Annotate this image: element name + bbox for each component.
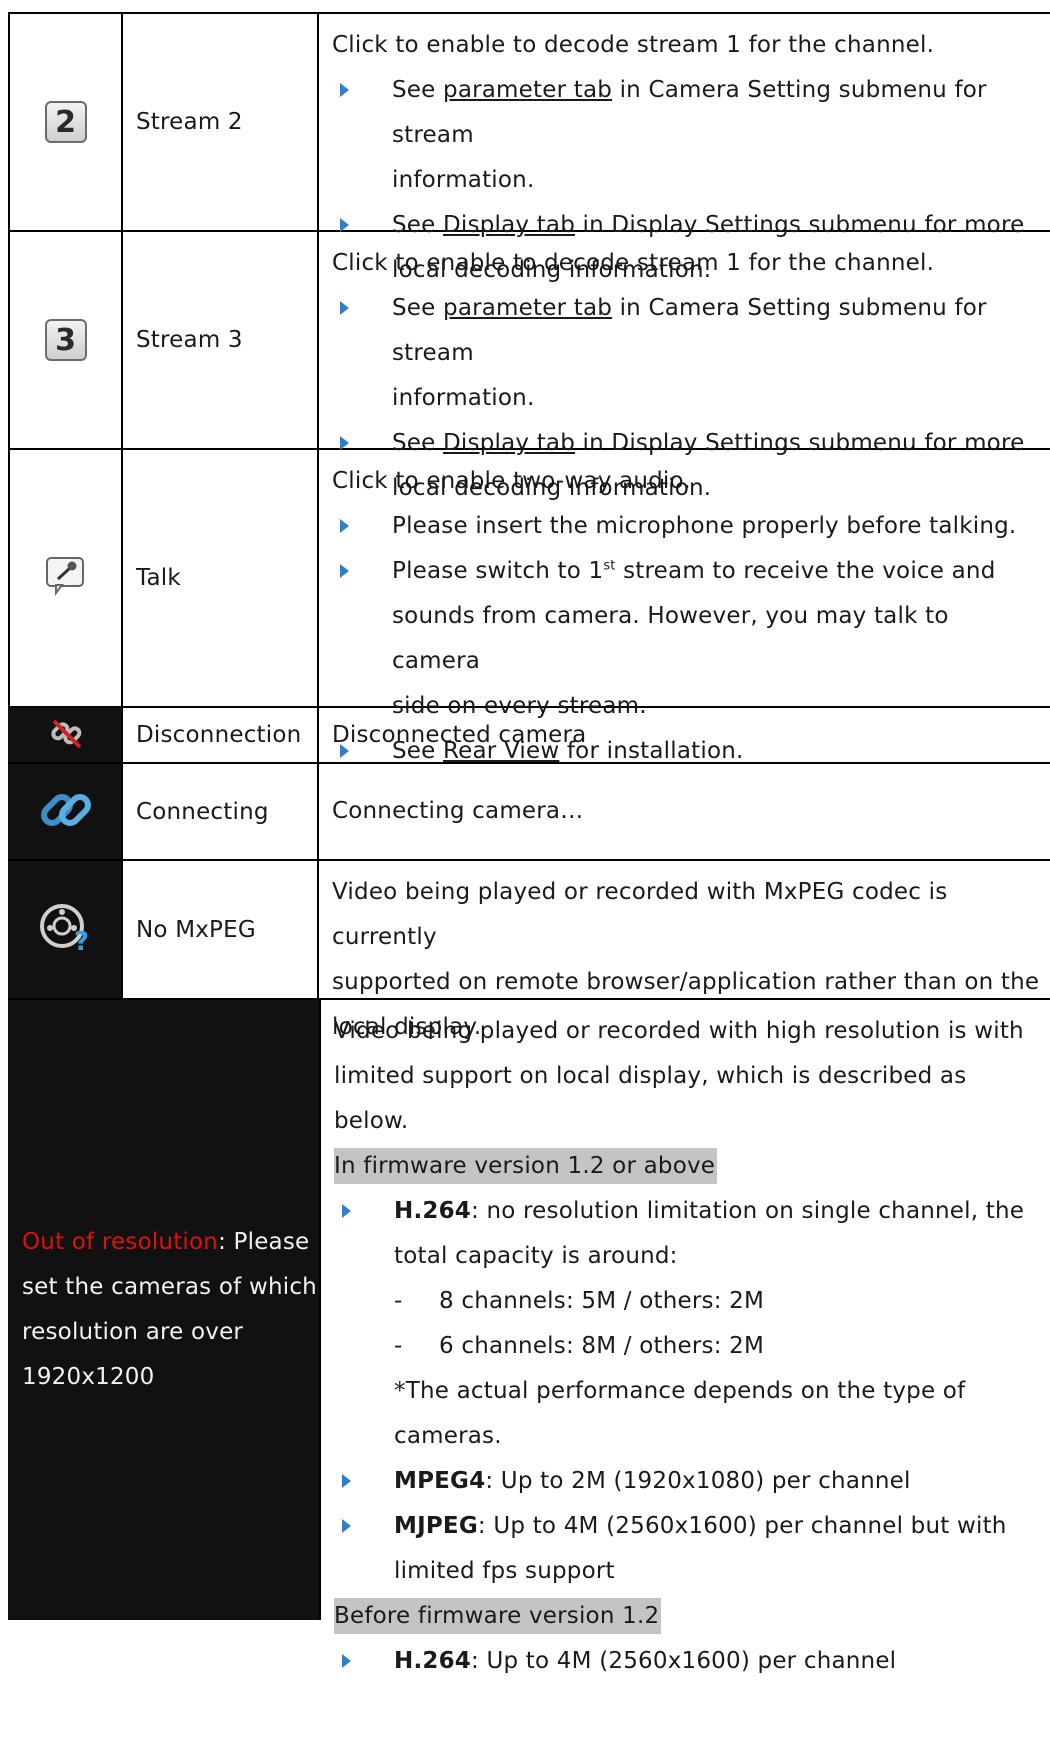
text: supported on remote browser/application … — [332, 969, 1040, 995]
text: : Up to 4M (2560x1600) per channel — [471, 1648, 897, 1674]
film-question-icon: ? — [36, 898, 96, 962]
icon-cell — [8, 708, 123, 762]
microphone-bubble-icon[interactable] — [44, 554, 88, 602]
description: Click to enable two-way audio. Please in… — [319, 450, 1050, 764]
text: : Up to 4M (2560x1600) per channel but w… — [477, 1513, 1007, 1539]
text: 6 channels: 8M / others: 2M — [439, 1333, 765, 1359]
table-row: ? No MxPEG Video being played or recorde… — [8, 861, 1050, 1040]
table-row: Connecting Connecting camera… — [8, 764, 1050, 861]
intro-text: Click to enable to decode stream 1 for t… — [332, 250, 935, 276]
list-item: See parameter tab in Camera Setting subm… — [332, 68, 1042, 203]
table-row: Disconnection Disconnected camera — [8, 708, 1050, 764]
text: Please switch to 1 — [392, 558, 604, 584]
sub-item: - 6 channels: 8M / others: 2M — [334, 1324, 1042, 1369]
text: resolution are over — [22, 1319, 244, 1345]
function-name: Connecting — [123, 764, 319, 859]
bullet-arrow-icon — [334, 1459, 394, 1504]
parameter-tab-link[interactable]: parameter tab — [443, 295, 612, 321]
text: set the cameras of which — [22, 1274, 317, 1300]
bullet-arrow-icon — [334, 1189, 394, 1279]
text: See — [392, 295, 444, 321]
dash: - — [394, 1333, 403, 1359]
text: information. — [392, 167, 535, 193]
list-item: MPEG4: Up to 2M (1920x1080) per channel — [334, 1459, 1042, 1504]
superscript: st — [603, 558, 616, 574]
text: 1920x1200 — [22, 1364, 155, 1390]
stream-3-icon[interactable]: 3 — [44, 319, 87, 361]
text: sounds from camera. However, you may tal… — [392, 603, 949, 674]
sub-item: - 8 channels: 5M / others: 2M — [334, 1279, 1042, 1324]
function-name: Stream 2 — [123, 14, 319, 230]
list-item: Please insert the microphone properly be… — [332, 504, 1042, 549]
text: total capacity is around: — [394, 1243, 678, 1269]
icon-cell: ? — [8, 861, 123, 998]
text: : no resolution limitation on single cha… — [471, 1198, 1025, 1224]
list-item: H.264: Up to 4M (2560x1600) per channel — [334, 1639, 1042, 1684]
stream-2-icon[interactable]: 2 — [44, 101, 87, 143]
icon-cell — [8, 764, 123, 859]
table-row: 3 Stream 3 Click to enable to decode str… — [8, 232, 1050, 501]
intro-text: Click to enable to decode stream 1 for t… — [332, 32, 935, 58]
text: Please insert the microphone properly be… — [392, 513, 1017, 539]
text: : Up to 2M (1920x1080) per channel — [485, 1468, 911, 1494]
icon-cell: 3 — [8, 232, 123, 448]
description: Video being played or recorded with MxPE… — [319, 861, 1050, 1040]
text: Video being played or recorded with high… — [334, 1018, 1024, 1044]
list-item: MJPEG: Up to 4M (2560x1600) per channel … — [334, 1504, 1042, 1594]
text: See — [392, 77, 444, 103]
firmware-heading: In firmware version 1.2 or above — [334, 1148, 718, 1184]
resolution-label-cell: Out of resolution: Please set the camera… — [8, 1000, 319, 1620]
firmware-heading: Before firmware version 1.2 — [334, 1598, 662, 1634]
bullet-arrow-icon — [332, 549, 392, 729]
text: : Please — [218, 1229, 310, 1255]
description: Click to enable to decode stream 1 for t… — [319, 14, 1050, 283]
table-row: Talk Click to enable two-way audio. Plea… — [8, 450, 1050, 764]
text: Video being played or recorded with MxPE… — [332, 879, 948, 950]
note: *The actual performance depends on the t… — [394, 1378, 966, 1404]
icon-cell — [8, 450, 123, 706]
codec-name: MJPEG — [394, 1513, 478, 1539]
text: information. — [392, 385, 535, 411]
list-item: H.264: no resolution limitation on singl… — [334, 1189, 1042, 1279]
bullet-arrow-icon — [332, 68, 392, 203]
description: Disconnected camera — [332, 721, 587, 748]
help-table: 2 Stream 2 Click to enable to decode str… — [8, 12, 1050, 1674]
codec-name: H.264 — [394, 1648, 471, 1674]
bullet-arrow-icon — [332, 286, 392, 421]
bullet-arrow-icon — [334, 1639, 394, 1684]
description: Click to enable to decode stream 1 for t… — [319, 232, 1050, 501]
note: cameras. — [394, 1423, 502, 1449]
list-item: Please switch to 1st stream to receive t… — [332, 549, 1042, 729]
intro-text: Click to enable two-way audio. — [332, 468, 691, 494]
text: 8 channels: 5M / others: 2M — [439, 1288, 765, 1314]
bullet-arrow-icon — [332, 504, 392, 549]
function-name: Stream 3 — [123, 232, 319, 448]
svg-text:?: ? — [74, 927, 89, 957]
text: stream to receive the voice and — [615, 558, 996, 584]
description: Connecting camera… — [332, 798, 584, 824]
chain-link-icon — [36, 780, 96, 844]
description: Video being played or recorded with high… — [319, 1000, 1050, 1674]
codec-name: H.264 — [394, 1198, 471, 1224]
text: limited fps support — [394, 1558, 615, 1584]
text: limited support on local display, which … — [334, 1063, 967, 1134]
out-of-resolution-label: Out of resolution — [22, 1229, 219, 1255]
bullet-arrow-icon — [334, 1504, 394, 1594]
broken-link-icon — [46, 713, 86, 757]
dash: - — [394, 1288, 403, 1314]
list-item: See parameter tab in Camera Setting subm… — [332, 286, 1042, 421]
function-name: Disconnection — [123, 708, 319, 762]
parameter-tab-link[interactable]: parameter tab — [443, 77, 612, 103]
icon-cell: 2 — [8, 14, 123, 230]
function-name: Talk — [123, 450, 319, 706]
resolution-label: Out of resolution: Please set the camera… — [22, 1220, 317, 1400]
function-name: No MxPEG — [123, 861, 319, 998]
table-row: 2 Stream 2 Click to enable to decode str… — [8, 12, 1050, 283]
codec-name: MPEG4 — [394, 1468, 486, 1494]
table-row: Out of resolution: Please set the camera… — [8, 1000, 1050, 1674]
